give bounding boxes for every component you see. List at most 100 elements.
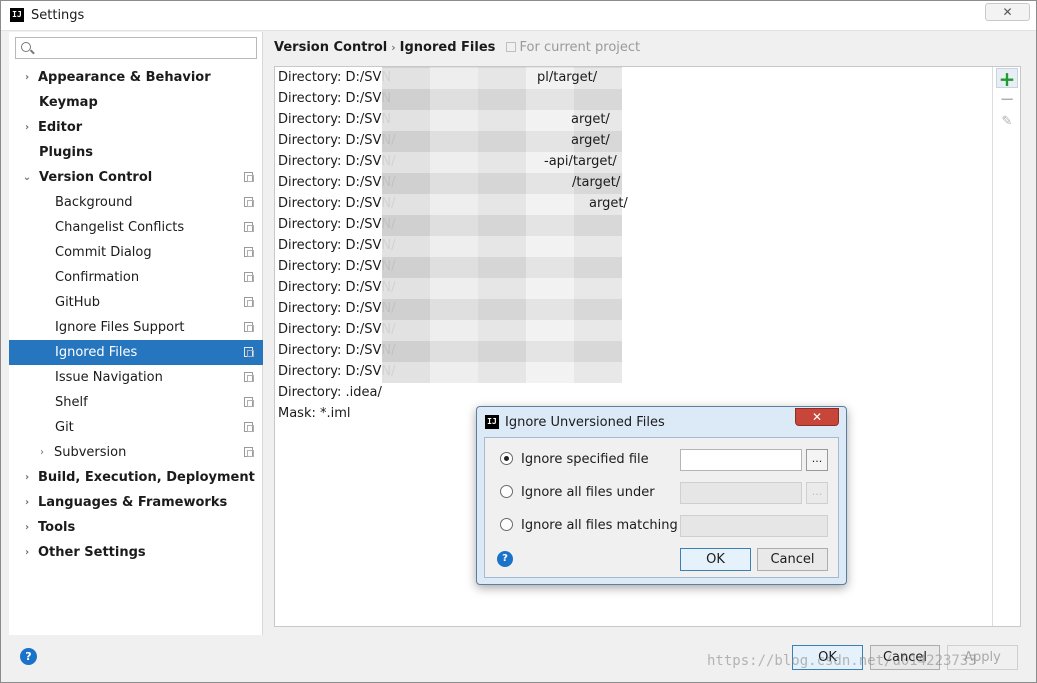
- radio-ignore-specified-file[interactable]: Ignore specified file: [500, 450, 649, 470]
- settings-search-box[interactable]: [15, 37, 257, 59]
- sidebar-item-ignore-files-support[interactable]: Ignore Files Support: [9, 315, 263, 340]
- radio-label: Ignore all files matching: [521, 518, 678, 533]
- dialog-ok-button[interactable]: OK: [680, 548, 751, 571]
- sidebar-item-build-execution-deployment[interactable]: › Build, Execution, Deployment: [9, 465, 263, 490]
- dialog-cancel-button[interactable]: Cancel: [757, 548, 828, 571]
- sidebar-item-label: GitHub: [55, 295, 101, 310]
- sidebar-item-label: Subversion: [54, 445, 127, 460]
- sidebar-item-label: Changelist Conflicts: [55, 220, 185, 235]
- chevron-right-icon[interactable]: ›: [21, 65, 33, 90]
- list-item-path-fragment: arget/: [589, 196, 628, 211]
- settings-search-input[interactable]: [36, 39, 254, 57]
- sidebar-item-label: Ignored Files: [55, 345, 138, 360]
- project-scope-icon: [244, 372, 254, 382]
- chevron-down-icon[interactable]: ⌄: [21, 165, 33, 190]
- directory-input[interactable]: [680, 482, 802, 504]
- sidebar-item-label: Ignore Files Support: [55, 320, 185, 335]
- sidebar-item-ignored-files[interactable]: Ignored Files: [9, 340, 263, 365]
- sidebar-item-label: Editor: [38, 120, 83, 135]
- edit-pencil-icon[interactable]: ✎: [996, 112, 1018, 132]
- project-scope-icon: [244, 172, 254, 182]
- sidebar-item-tools[interactable]: › Tools: [9, 515, 263, 540]
- mask-input[interactable]: [680, 515, 828, 537]
- project-scope-icon: [244, 422, 254, 432]
- list-item-path-fragment: -api/target/: [544, 154, 617, 169]
- sidebar-item-commit-dialog[interactable]: Commit Dialog: [9, 240, 263, 265]
- list-item-path-fragment: pl/target/: [537, 70, 598, 85]
- sidebar-item-label: Plugins: [39, 145, 93, 160]
- window-title: Settings: [31, 8, 85, 23]
- radio-ignore-all-files-matching[interactable]: Ignore all files matching: [500, 516, 678, 536]
- breadcrumb-current: Ignored Files: [399, 40, 496, 55]
- project-scope-label: For current project: [505, 40, 641, 55]
- sidebar-item-issue-navigation[interactable]: Issue Navigation: [9, 365, 263, 390]
- project-scope-text: For current project: [519, 40, 641, 55]
- sidebar-item-label: Issue Navigation: [55, 370, 163, 385]
- sidebar-item-label: Build, Execution, Deployment: [38, 470, 255, 485]
- settings-sidebar: › Appearance & Behavior Keymap › Editor …: [9, 32, 263, 635]
- chevron-right-icon[interactable]: ›: [21, 540, 33, 565]
- sidebar-item-version-control[interactable]: ⌄ Version Control: [9, 165, 263, 190]
- search-icon: [21, 42, 31, 52]
- chevron-right-icon[interactable]: ›: [21, 515, 33, 540]
- sidebar-item-plugins[interactable]: Plugins: [9, 140, 263, 165]
- radio-button[interactable]: [500, 485, 513, 498]
- list-item-path-fragment: arget/: [571, 112, 610, 127]
- sidebar-item-languages-frameworks[interactable]: › Languages & Frameworks: [9, 490, 263, 515]
- radio-ignore-all-files-under[interactable]: Ignore all files under: [500, 483, 655, 503]
- dialog-close-button[interactable]: ✕: [795, 408, 839, 426]
- watermark-text: https://blog.csdn.net/u014223733: [707, 653, 977, 669]
- radio-button[interactable]: [500, 518, 513, 531]
- sidebar-item-subversion[interactable]: › Subversion: [9, 440, 263, 465]
- project-scope-icon: [244, 222, 254, 232]
- sidebar-item-editor[interactable]: › Editor: [9, 115, 263, 140]
- title-bar: IJ Settings ✕: [1, 1, 1036, 31]
- browse-directory-button[interactable]: ...: [806, 482, 828, 504]
- chevron-right-icon[interactable]: ›: [21, 115, 33, 140]
- project-scope-icon: [244, 297, 254, 307]
- ignore-unversioned-files-dialog: IJ Ignore Unversioned Files ✕ Ignore spe…: [476, 406, 847, 585]
- sidebar-item-label: Keymap: [39, 95, 98, 110]
- sidebar-item-appearance-behavior[interactable]: › Appearance & Behavior: [9, 65, 263, 90]
- chevron-right-icon[interactable]: ›: [21, 490, 33, 515]
- sidebar-item-label: Git: [55, 420, 74, 435]
- sidebar-item-changelist-conflicts[interactable]: Changelist Conflicts: [9, 215, 263, 240]
- add-icon[interactable]: +: [996, 68, 1018, 89]
- window-close-button[interactable]: ✕: [985, 3, 1030, 21]
- radio-button-checked[interactable]: [500, 452, 513, 465]
- chevron-right-icon[interactable]: ›: [21, 465, 33, 490]
- sidebar-item-label: Confirmation: [55, 270, 140, 285]
- sidebar-item-other-settings[interactable]: › Other Settings: [9, 540, 263, 565]
- project-scope-icon: [244, 272, 254, 282]
- sidebar-item-shelf[interactable]: Shelf: [9, 390, 263, 415]
- dialog-body: Ignore specified file ... Ignore all fil…: [484, 437, 839, 578]
- project-scope-icon: [244, 247, 254, 257]
- sidebar-item-background[interactable]: Background: [9, 190, 263, 215]
- help-icon[interactable]: ?: [497, 551, 513, 567]
- sidebar-item-label: Commit Dialog: [55, 245, 152, 260]
- remove-icon[interactable]: −: [996, 90, 1018, 110]
- sidebar-item-label: Shelf: [55, 395, 88, 410]
- list-item[interactable]: Directory: .idea/: [275, 382, 993, 403]
- browse-file-button[interactable]: ...: [806, 449, 828, 471]
- breadcrumb-parent[interactable]: Version Control: [274, 40, 387, 55]
- project-scope-icon: [244, 322, 254, 332]
- intellij-app-icon: IJ: [485, 415, 499, 429]
- breadcrumb-separator: ›: [391, 41, 396, 54]
- sidebar-item-label: Languages & Frameworks: [38, 495, 228, 510]
- sidebar-item-keymap[interactable]: Keymap: [9, 90, 263, 115]
- sidebar-item-github[interactable]: GitHub: [9, 290, 263, 315]
- chevron-right-icon[interactable]: ›: [36, 440, 48, 465]
- specified-file-input[interactable]: [680, 449, 802, 471]
- breadcrumb: Version Control › Ignored Files For curren…: [274, 40, 640, 55]
- help-icon[interactable]: ?: [20, 648, 37, 665]
- project-scope-icon: [505, 42, 516, 52]
- sidebar-item-git[interactable]: Git: [9, 415, 263, 440]
- sidebar-item-label: Background: [55, 195, 133, 210]
- radio-label: Ignore specified file: [521, 452, 649, 467]
- radio-label: Ignore all files under: [521, 485, 655, 500]
- sidebar-item-confirmation[interactable]: Confirmation: [9, 265, 263, 290]
- sidebar-item-label: Tools: [38, 520, 76, 535]
- project-scope-icon: [244, 197, 254, 207]
- sidebar-item-label: Appearance & Behavior: [38, 70, 211, 85]
